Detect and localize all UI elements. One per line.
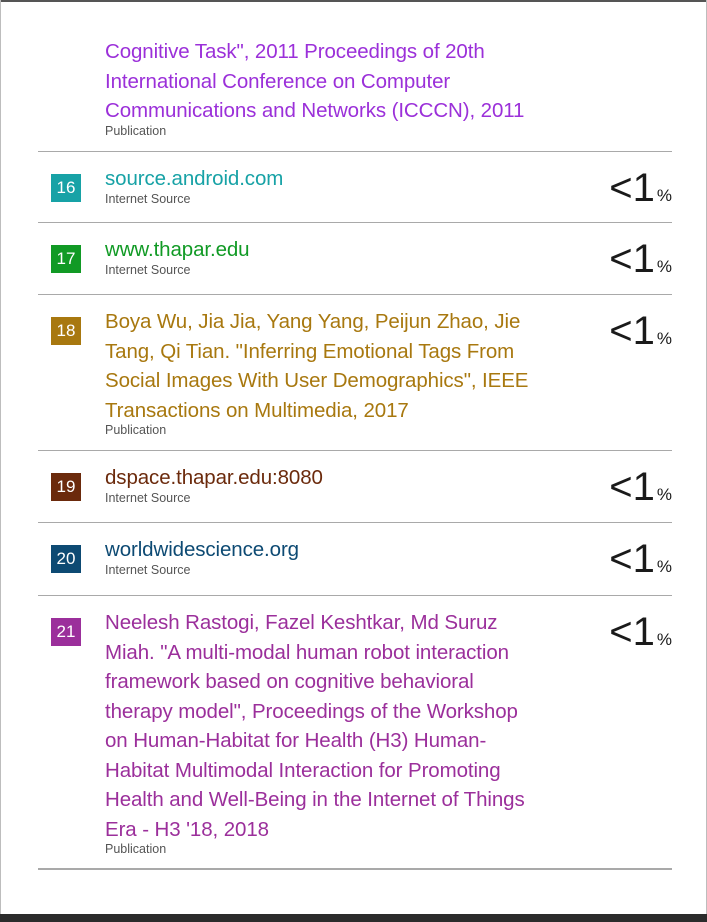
source-content: worldwidescience.org Internet Source [105,535,585,578]
percent-value: <1 [609,166,655,210]
percent-value: <1 [609,465,655,509]
source-title[interactable]: www.thapar.edu [105,235,585,265]
source-content: dspace.thapar.edu:8080 Internet Source [105,463,585,506]
source-type-label: Internet Source [105,191,191,206]
title-line: Era - H3 '18, 2018 [105,817,269,841]
source-content: source.android.com Internet Source [105,164,585,207]
percent-value: <1 [609,237,655,281]
title-line: International Conference on Computer [105,69,451,93]
source-number-badge: 16 [51,174,81,202]
percent-sign: % [656,257,672,276]
source-row-21: 21 Neelesh Rastogi, Fazel Keshtkar, Md S… [38,595,672,868]
source-row-20: 20 worldwidescience.org Internet Source … [38,522,672,595]
source-content: Neelesh Rastogi, Fazel Keshtkar, Md Suru… [105,608,585,857]
match-percentage: <1% [609,537,672,581]
title-line: on Human-Habitat for Health (H3) Human- [105,729,487,752]
frame-bottom-border [0,914,707,922]
percent-sign: % [656,186,672,205]
title-line: Social Images With User Demographics", I… [105,369,529,392]
source-number-badge: 20 [51,545,81,573]
percent-value: <1 [609,309,655,353]
title-line: Transactions on Multimedia, 2017 [105,398,409,422]
source-row-17: 17 www.thapar.edu Internet Source <1% [38,222,672,295]
match-percentage: <1% [609,465,672,509]
title-line: worldwidescience.org [105,538,299,561]
title-line: therapy model", Proceedings of the Works… [105,699,518,723]
title-line: dspace.thapar.edu:8080 [105,466,323,489]
continued-source-entry: Cognitive Task", 2011 Proceedings of 20t… [105,37,575,139]
source-number-badge: 18 [51,317,81,345]
percent-value: <1 [609,537,655,581]
title-line: Tang, Qi Tian. "Inferring Emotional Tags… [105,339,515,363]
source-type-label: Internet Source [105,262,191,277]
source-number-badge: 17 [51,245,81,273]
title-line: Boya Wu, Jia Jia, Yang Yang, Peijun Zhao… [105,310,521,333]
source-row-16: 16 source.android.com Internet Source <1… [38,151,672,223]
match-percentage: <1% [609,237,672,281]
source-type-label: Publication [105,842,167,856]
percent-sign: % [656,557,672,576]
frame-top-border [0,0,707,2]
source-title[interactable]: worldwidescience.org [105,535,585,565]
source-content: Boya Wu, Jia Jia, Yang Yang, Peijun Zhao… [105,307,585,438]
title-line: Miah. "A multi-modal human robot interac… [105,640,509,664]
percent-sign: % [656,630,672,649]
continued-source-title: Cognitive Task", 2011 Proceedings of 20t… [105,37,575,126]
title-line: www.thapar.edu [105,238,250,261]
title-line: Communications and Networks (ICCCN), 201… [105,99,525,122]
source-type-label: Internet Source [105,562,191,577]
source-type-label: Publication [105,423,167,437]
match-percentage: <1% [609,610,672,654]
source-row-19: 19 dspace.thapar.edu:8080 Internet Sourc… [38,450,672,523]
source-number-badge: 21 [51,618,81,646]
source-type-label: Internet Source [105,490,191,505]
title-line: Cognitive Task", 2011 Proceedings of 20t… [105,40,485,63]
source-type-label: Publication [105,123,167,138]
source-title[interactable]: Neelesh Rastogi, Fazel Keshtkar, Md Suru… [105,608,585,844]
title-line: source.android.com [105,167,284,190]
frame-left-border [0,0,1,922]
list-bottom-divider [38,868,672,870]
source-title[interactable]: Boya Wu, Jia Jia, Yang Yang, Peijun Zhao… [105,307,585,425]
source-title[interactable]: dspace.thapar.edu:8080 [105,463,585,493]
match-percentage: <1% [609,309,672,353]
percent-sign: % [656,485,672,504]
source-number-badge: 19 [51,473,81,501]
source-content: www.thapar.edu Internet Source [105,235,585,278]
percent-sign: % [656,329,672,348]
title-line: Habitat Multimodal Interaction for Promo… [105,758,501,782]
title-line: Health and Well-Being in the Internet of… [105,788,525,811]
source-title[interactable]: source.android.com [105,164,585,194]
title-line: framework based on cognitive behavioral [105,670,474,693]
title-line: Neelesh Rastogi, Fazel Keshtkar, Md Suru… [105,611,498,634]
percent-value: <1 [609,610,655,654]
match-percentage: <1% [609,166,672,210]
source-row-18: 18 Boya Wu, Jia Jia, Yang Yang, Peijun Z… [38,294,672,450]
